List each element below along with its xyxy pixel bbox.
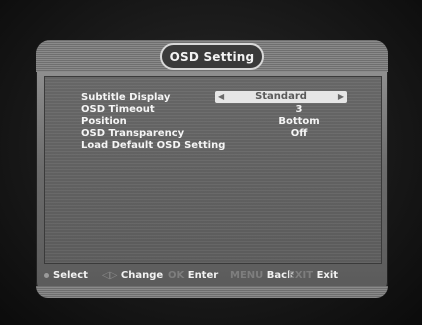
- help-back: MENU Back: [230, 270, 294, 281]
- left-right-arrows-icon: ◁▷: [102, 270, 118, 281]
- key-help-bar: Select ◁▷ Change OK Enter MENU Back EXIT…: [36, 266, 388, 286]
- help-enter: OK Enter: [168, 270, 219, 281]
- ok-key: OK: [168, 270, 185, 281]
- menu-title-tab: OSD Setting: [160, 43, 264, 70]
- osd-window-footer-bar: [36, 286, 388, 298]
- exit-key: EXIT: [288, 270, 314, 281]
- help-change: ◁▷ Change: [102, 270, 164, 281]
- help-exit: EXIT Exit: [288, 270, 339, 281]
- setting-row-load-default[interactable]: Load Default OSD Setting: [81, 139, 381, 152]
- select-key-icon: [44, 272, 49, 278]
- menu-key: MENU: [230, 270, 264, 281]
- help-select: Select: [44, 270, 88, 281]
- page-title: OSD Setting: [169, 49, 255, 64]
- setting-label: Load Default OSD Setting: [81, 140, 226, 151]
